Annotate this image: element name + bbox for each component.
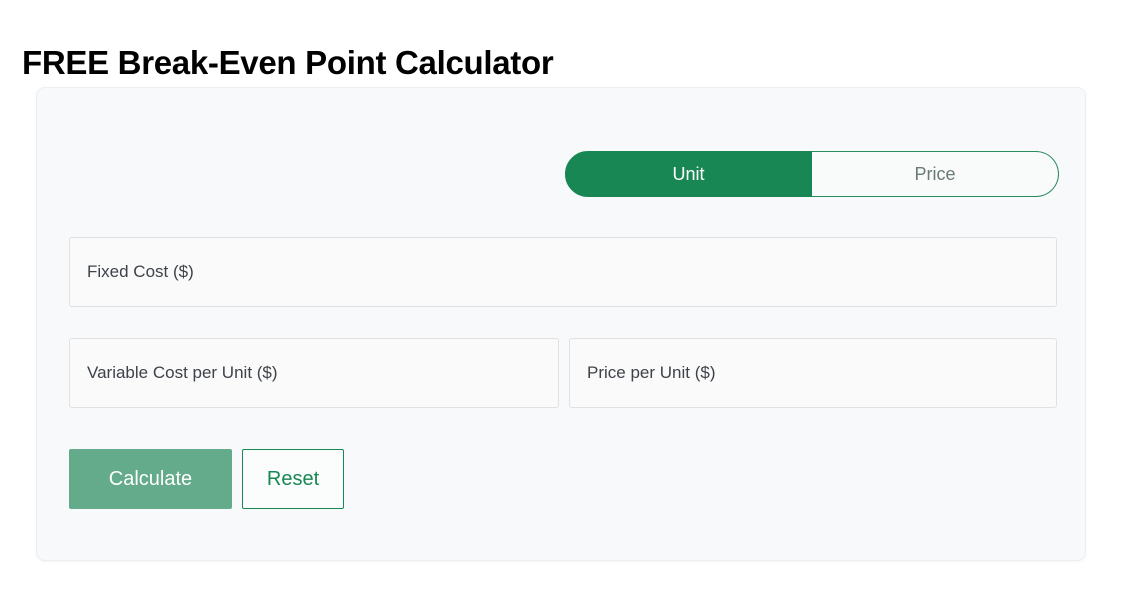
price-per-unit-input[interactable] <box>569 338 1057 408</box>
fixed-cost-input[interactable] <box>69 237 1057 307</box>
calculate-button[interactable]: Calculate <box>69 449 232 509</box>
mode-toggle-group[interactable]: Unit Price <box>565 151 1059 197</box>
page-title: FREE Break-Even Point Calculator <box>22 44 554 82</box>
mode-toggle-price[interactable]: Price <box>812 151 1059 197</box>
mode-toggle-unit[interactable]: Unit <box>565 151 812 197</box>
variable-cost-per-unit-input[interactable] <box>69 338 559 408</box>
reset-button[interactable]: Reset <box>242 449 344 509</box>
calculator-page: FREE Break-Even Point Calculator Unit Pr… <box>0 0 1121 596</box>
calculator-card: Unit Price Calculate Reset <box>36 87 1086 561</box>
